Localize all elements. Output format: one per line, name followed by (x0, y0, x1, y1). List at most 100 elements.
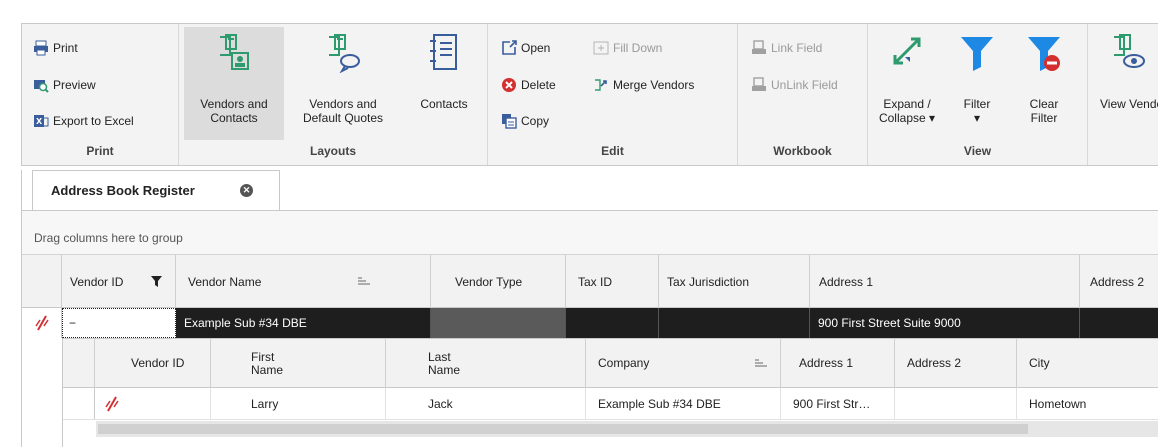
col-header-vendor-type[interactable]: Vendor Type (431, 255, 566, 308)
unlink-field-button[interactable]: UnLink Field (750, 74, 838, 96)
cell-tax-jurisdiction[interactable] (659, 308, 810, 338)
cell-vendor-name[interactable]: Example Sub #34 DBE (176, 308, 431, 338)
copy-button[interactable]: Copy (500, 110, 549, 132)
col-header-label: Vendor ID (70, 274, 124, 289)
copy-icon (500, 113, 517, 130)
cell-text: 900 First Street Suite 9000 (818, 316, 961, 330)
close-icon[interactable]: ✕ (240, 184, 253, 197)
expand-collapse-button[interactable]: Expand / Collapse ▾ (868, 27, 946, 140)
detail-cell-company[interactable]: Example Sub #34 DBE (586, 388, 781, 419)
delete-button[interactable]: Delete (500, 74, 556, 96)
col-header-label: First Name (251, 349, 284, 377)
col-header-label: Vendor Name (188, 274, 262, 289)
detail-col-header-last-name[interactable]: Last Name (386, 339, 586, 388)
grid-header: Vendor ID Vendor Name Vendor Type Tax ID… (22, 255, 1162, 308)
document-tabstrip: Address Book Register ✕ (21, 170, 1161, 210)
expand-collapse-icon (893, 37, 921, 65)
expand-toggle-cell[interactable]: − (62, 308, 176, 338)
workbook-group-caption: Workbook (773, 144, 832, 158)
col-header-label: Tax Jurisdiction (667, 274, 750, 289)
expand-collapse-label: Expand / Collapse ▾ (878, 97, 936, 125)
export-excel-button[interactable]: X Export to Excel (32, 110, 134, 132)
detail-cell-vendor-id[interactable] (95, 388, 211, 419)
detail-col-header-address-1[interactable]: Address 1 (781, 339, 895, 388)
print-group: Print Preview X Export to Excel Print (22, 24, 179, 165)
col-header-vendor-id[interactable]: Vendor ID (62, 255, 176, 308)
app-window: Print Preview X Export to Excel Print Ve… (0, 0, 1168, 447)
delete-icon (500, 77, 517, 94)
col-header-label: Last Name (428, 349, 461, 377)
col-header-label: Address 1 (819, 274, 874, 289)
col-header-label: Tax ID (578, 274, 613, 289)
clear-filter-icon (1028, 37, 1060, 71)
col-header-address-1[interactable]: Address 1 (810, 255, 1080, 308)
window-edge (1158, 0, 1168, 447)
filter-label: Filter ▾ (963, 97, 991, 125)
cell-text: Example Sub #34 DBE (598, 396, 721, 411)
col-header-vendor-name[interactable]: Vendor Name (176, 255, 431, 308)
detail-cell-first-name[interactable]: Larry (211, 388, 386, 419)
col-header-tax-id[interactable]: Tax ID (566, 255, 659, 308)
detail-header: Vendor ID First Name Last Name Company A… (63, 338, 1163, 388)
merge-vendors-button[interactable]: Merge Vendors (592, 74, 694, 96)
view-group-caption: View (963, 144, 992, 158)
scrollbar-thumb[interactable] (98, 424, 1028, 434)
unlink-field-icon (750, 77, 767, 94)
open-button[interactable]: Open (500, 37, 550, 59)
unlink-field-label: UnLink Field (771, 78, 838, 92)
col-header-tax-jurisdiction[interactable]: Tax Jurisdiction (659, 255, 810, 308)
collapse-icon[interactable]: − (69, 316, 76, 330)
cell-vendor-type[interactable] (431, 308, 566, 338)
print-button[interactable]: Print (32, 37, 78, 59)
col-header-label: Address 2 (907, 356, 962, 370)
fill-down-label: Fill Down (613, 41, 663, 55)
merge-vendors-icon (592, 77, 609, 94)
sort-ascending-icon (358, 277, 370, 285)
horizontal-scrollbar[interactable] (96, 421, 1158, 437)
preview-icon (32, 77, 49, 94)
print-group-caption: Print (86, 144, 114, 158)
vendors-and-default-quotes-button[interactable]: Vendors and Default Quotes (287, 27, 399, 140)
filter-button[interactable]: Filter ▾ (946, 27, 1008, 140)
view-group: Expand / Collapse ▾ Filter ▾ Clear Filte… (868, 24, 1088, 165)
tab-label: Address Book Register (51, 183, 195, 198)
detail-cell-city[interactable]: Hometown (1017, 388, 1163, 419)
detail-col-header-address-2[interactable]: Address 2 (895, 339, 1017, 388)
cell-text: 900 First Str… (793, 396, 871, 411)
workbook-group: Link Field UnLink Field Workbook (738, 24, 868, 165)
clear-filter-label: Clear Filter (1029, 97, 1059, 125)
header-indicator-cell (22, 255, 62, 308)
detail-col-header-company[interactable]: Company (586, 339, 781, 388)
detail-row-indicator (63, 388, 95, 419)
contacts-label: Contacts (420, 97, 468, 111)
clear-filter-button[interactable]: Clear Filter (1008, 27, 1080, 140)
detail-col-header-first-name[interactable]: First Name (211, 339, 386, 388)
link-field-button[interactable]: Link Field (750, 37, 822, 59)
detail-col-header-city[interactable]: City (1017, 339, 1163, 388)
merge-vendors-label: Merge Vendors (613, 78, 695, 92)
detail-cell-address-2[interactable] (895, 388, 1017, 419)
group-panel[interactable]: Drag columns here to group (22, 211, 1162, 255)
view-vendor-button[interactable]: View Vendo (1090, 27, 1168, 140)
detail-cell-address-1[interactable]: 900 First Str… (781, 388, 895, 419)
vendor-row[interactable]: − Example Sub #34 DBE 900 First Street S… (22, 308, 1168, 338)
contacts-button[interactable]: Contacts (405, 27, 483, 140)
vendors-and-default-quotes-label: Vendors and Default Quotes (302, 97, 384, 125)
tab-address-book-register[interactable]: Address Book Register ✕ (32, 170, 280, 210)
detail-cell-last-name[interactable]: Jack (386, 388, 586, 419)
col-header-address-2[interactable]: Address 2 (1080, 255, 1168, 308)
link-field-icon (750, 40, 767, 57)
contacts-icon (430, 34, 457, 70)
detail-col-header-vendor-id[interactable]: Vendor ID (95, 339, 211, 388)
cell-tax-id[interactable] (566, 308, 659, 338)
contact-row[interactable]: Larry Jack Example Sub #34 DBE 900 First… (63, 388, 1163, 420)
preview-label: Preview (53, 78, 96, 92)
fill-down-button[interactable]: Fill Down (592, 37, 662, 59)
cell-address-1[interactable]: 900 First Street Suite 9000 (810, 308, 1080, 338)
column-filter-icon[interactable] (151, 276, 162, 287)
preview-button[interactable]: Preview (32, 74, 96, 96)
col-header-label: Company (598, 356, 650, 370)
cell-text: Larry (251, 396, 279, 411)
vendors-and-contacts-button[interactable]: Vendors and Contacts (184, 27, 284, 140)
cell-address-2[interactable] (1080, 308, 1168, 338)
